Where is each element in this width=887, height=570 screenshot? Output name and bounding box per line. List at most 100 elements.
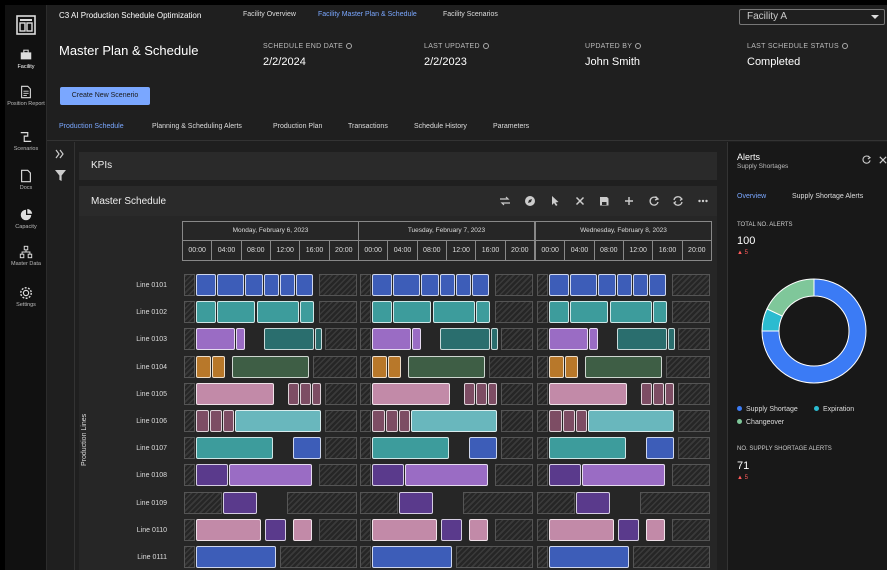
facility-select[interactable]: Facility A [739,9,885,25]
sync-icon[interactable] [672,195,684,207]
job-bar[interactable] [371,274,393,296]
job-bar[interactable] [548,355,564,378]
job-bar[interactable] [410,410,497,432]
top-nav-facility-scenarios[interactable]: Facility Scenarios [443,11,498,18]
nav-item-scenarios[interactable]: Scenarios [5,130,47,153]
nav-item-docs[interactable]: Docs [5,169,47,192]
job-bar[interactable] [234,410,321,432]
job-bar[interactable] [231,355,310,378]
job-bar[interactable] [371,328,412,351]
tab-parameters[interactable]: Parameters [493,123,529,130]
nav-item-capacity[interactable]: Capacity [5,208,47,231]
create-scenario-button[interactable]: Create New Scenerio [60,87,150,105]
tab-planning-scheduling-alerts[interactable]: Planning & Scheduling Alerts [152,123,242,130]
job-bar[interactable] [371,437,449,460]
job-bar[interactable] [288,382,299,405]
job-bar[interactable] [432,301,475,324]
job-bar[interactable] [581,464,666,487]
job-bar[interactable] [653,382,664,405]
tab-transactions[interactable]: Transactions [348,123,388,130]
job-bar[interactable] [455,274,471,296]
job-bar[interactable] [667,328,676,351]
job-bar[interactable] [589,328,599,351]
job-bar[interactable] [548,274,570,296]
job-bar[interactable] [311,382,321,405]
job-bar[interactable] [468,518,489,541]
job-bar[interactable] [548,518,615,541]
job-bar[interactable] [645,437,674,460]
job-bar[interactable] [597,274,616,296]
job-bar[interactable] [563,410,576,432]
kpis-section[interactable]: KPIs [79,152,717,180]
job-bar[interactable] [393,301,432,324]
job-bar[interactable] [387,355,402,378]
job-bar[interactable] [399,410,410,432]
job-bar[interactable] [570,301,609,324]
job-bar[interactable] [420,274,439,296]
job-bar[interactable] [279,274,295,296]
job-bar[interactable] [548,410,563,432]
expand-icon[interactable] [55,149,65,159]
job-bar[interactable] [616,274,632,296]
job-bar[interactable] [195,518,262,541]
top-nav-facility-overview[interactable]: Facility Overview [243,11,296,18]
job-bar[interactable] [211,355,226,378]
job-bar[interactable] [314,328,323,351]
job-bar[interactable] [195,464,228,487]
alerts-tab-overview[interactable]: Overview [737,193,766,200]
job-bar[interactable] [645,518,666,541]
job-bar[interactable] [407,355,486,378]
job-bar[interactable] [648,274,667,296]
job-bar[interactable] [641,382,652,405]
job-bar[interactable] [468,437,497,460]
job-bar[interactable] [263,274,279,296]
alerts-tab-supply-shortage-alerts[interactable]: Supply Shortage Alerts [792,193,863,200]
job-bar[interactable] [371,464,404,487]
refresh-icon[interactable] [648,195,660,207]
pointer-icon[interactable] [549,195,561,207]
plus-icon[interactable] [623,195,635,207]
job-bar[interactable] [195,410,210,432]
nav-item-settings[interactable]: Settings [5,286,47,309]
job-bar[interactable] [576,491,610,514]
job-bar[interactable] [476,301,490,324]
job-bar[interactable] [195,437,273,460]
job-bar[interactable] [371,410,386,432]
job-bar[interactable] [584,355,663,378]
job-bar[interactable] [386,410,399,432]
nav-item-position-report[interactable]: Position Report [5,85,47,108]
job-bar[interactable] [664,382,674,405]
job-bar[interactable] [393,274,420,296]
job-bar[interactable] [609,301,652,324]
filter-icon[interactable] [55,170,66,181]
job-bar[interactable] [399,491,433,514]
job-bar[interactable] [371,518,438,541]
job-bar[interactable] [548,546,629,568]
save-icon[interactable] [598,195,610,207]
nav-item-facility[interactable]: Facility [5,48,47,71]
job-bar[interactable] [195,382,275,405]
job-bar[interactable] [471,274,490,296]
job-bar[interactable] [195,328,236,351]
job-bar[interactable] [256,301,299,324]
job-bar[interactable] [244,274,263,296]
job-bar[interactable] [292,437,321,460]
tab-production-schedule[interactable]: Production Schedule [59,123,124,130]
job-bar[interactable] [464,382,475,405]
shuffle-icon[interactable] [499,195,511,207]
job-bar[interactable] [195,546,276,568]
job-bar[interactable] [476,382,487,405]
job-bar[interactable] [653,301,667,324]
job-bar[interactable] [263,328,314,351]
job-bar[interactable] [439,328,490,351]
job-bar[interactable] [490,328,499,351]
job-bar[interactable] [404,464,489,487]
job-bar[interactable] [210,410,223,432]
job-bar[interactable] [195,301,217,324]
job-bar[interactable] [441,518,462,541]
job-bar[interactable] [217,301,256,324]
job-bar[interactable] [616,328,667,351]
job-bar[interactable] [300,301,314,324]
compass-icon[interactable] [524,195,536,207]
job-bar[interactable] [548,437,626,460]
